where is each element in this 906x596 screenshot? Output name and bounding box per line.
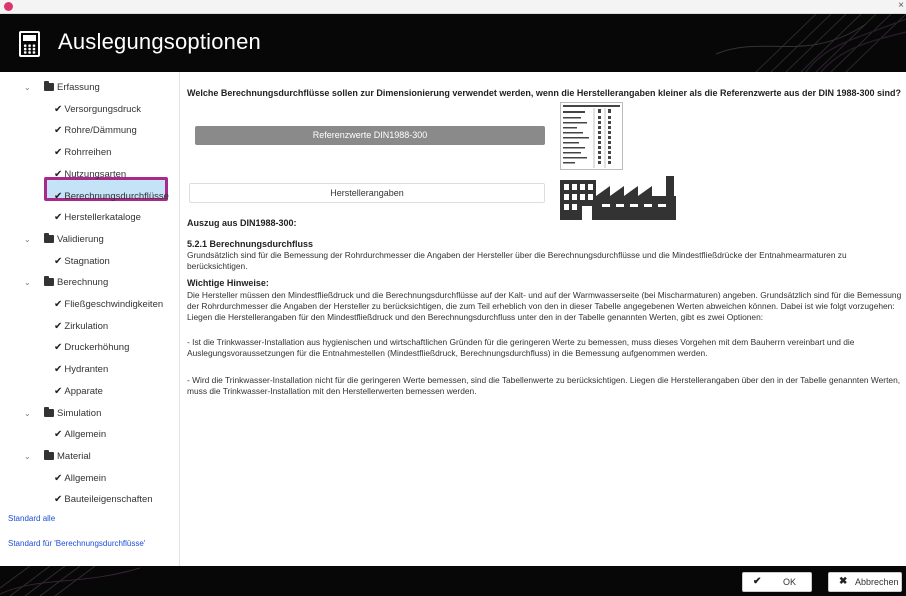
manufacturer-values-button[interactable]: Herstellerangaben <box>189 183 545 203</box>
hints-heading: Wichtige Hinweise: <box>187 278 269 288</box>
tree-item[interactable]: ✔ Allgemein <box>54 424 106 446</box>
tree-item-label: Allgemein <box>64 472 107 484</box>
tree-group-2[interactable]: Berechnung <box>44 272 108 294</box>
tree-item-label: Zirkulation <box>64 320 109 332</box>
cancel-button[interactable]: ✖ Abbrechen <box>828 572 902 592</box>
tree-item[interactable]: ✔ Berechnungsdurchflüsse <box>54 186 169 208</box>
tree-item[interactable]: ✔ Allgemein <box>54 468 106 490</box>
hints-text: Die Hersteller müssen den Mindestfließdr… <box>187 290 902 322</box>
ok-button[interactable]: ✔ OK <box>742 572 812 592</box>
excerpt-heading: Auszug aus DIN1988-300: <box>187 218 297 228</box>
factory-icon <box>560 176 676 220</box>
checkmark-icon: ✔ <box>54 385 63 397</box>
tree-item[interactable]: ✔ Stagnation <box>54 251 110 273</box>
section-heading: 5.2.1 Berechnungsdurchfluss <box>187 239 314 249</box>
checkmark-icon: ✔ <box>54 103 63 115</box>
tree-item[interactable]: ✔ Druckerhöhung <box>54 337 129 359</box>
tree-item-label: Bauteileigenschaften <box>64 494 153 506</box>
checkmark-icon: ✔ <box>54 472 63 484</box>
reset-current-link[interactable]: Standard für 'Berechnungsdurchflüsse' <box>8 539 145 548</box>
folder-icon <box>44 81 54 91</box>
expand-caret-icon[interactable]: ⌄ <box>24 77 31 99</box>
tree-item-label: Nutzungsarten <box>64 168 127 180</box>
tree-item-label: Hydranten <box>64 364 109 376</box>
tree-item[interactable]: ✔ Hydranten <box>54 359 108 381</box>
tree-group-label: Validierung <box>57 233 104 245</box>
footer-decoration <box>0 566 141 596</box>
checkmark-icon: ✔ <box>54 364 63 376</box>
expand-caret-icon[interactable]: ⌄ <box>24 229 31 251</box>
checkmark-icon: ✔ <box>54 429 63 441</box>
expand-caret-icon[interactable]: ⌄ <box>24 403 31 425</box>
checkmark-icon: ✔ <box>54 147 63 159</box>
reference-values-button[interactable]: Referenzwerte DIN1988-300 <box>195 126 545 145</box>
section-text: Grundsätzlich sind für die Bemessung der… <box>187 250 847 271</box>
checkmark-icon: ✔ <box>753 576 762 587</box>
tree-item-label: Rohrreihen <box>64 147 112 159</box>
tree-item-label: Versorgungsdruck <box>64 103 141 115</box>
tree-item-label: Fließgeschwindigkeiten <box>64 299 164 310</box>
tree-group-label: Berechnung <box>57 277 109 289</box>
tree-item-label: Apparate <box>64 385 103 397</box>
options-tree: Standard alle Standard für 'Berechnungsd… <box>0 72 180 566</box>
main-panel: Welche Berechnungsdurchflüsse sollen zur… <box>180 72 906 566</box>
tree-group-3[interactable]: Simulation <box>44 403 101 425</box>
tree-item[interactable]: ✔ Zirkulation <box>54 316 108 338</box>
tree-group-0[interactable]: Erfassung <box>44 77 100 99</box>
folder-icon <box>44 449 54 460</box>
tree-item[interactable]: ✔ Rohrreihen <box>54 142 111 164</box>
dialog-footer: ✔ OK ✖ Abbrechen <box>0 566 906 596</box>
folder-icon <box>44 232 54 243</box>
tree-item-label: Allgemein <box>64 429 107 441</box>
expand-caret-icon[interactable]: ⌄ <box>24 446 31 468</box>
dialog-header: Auslegungsoptionen <box>0 14 906 72</box>
checkmark-icon: ✔ <box>54 168 63 180</box>
checkmark-icon: ✔ <box>54 494 63 506</box>
title-bar: × <box>0 0 906 14</box>
tree-group-4[interactable]: Material <box>44 446 91 468</box>
tree-item[interactable]: ✔ Nutzungsarten <box>54 164 126 186</box>
reset-all-link[interactable]: Standard alle <box>8 514 55 523</box>
option-1-text: - Ist die Trinkwasser-Installation aus h… <box>187 337 855 358</box>
header-decoration <box>715 14 906 72</box>
close-icon[interactable]: × <box>898 0 904 12</box>
tree-item-label: Rohre/Dämmung <box>64 125 137 137</box>
page-title: Auslegungsoptionen <box>58 29 261 54</box>
tree-item[interactable]: ✔ Rohre/Dämmung <box>54 120 137 142</box>
tree-item[interactable]: ✔ Versorgungsdruck <box>54 99 141 121</box>
close-icon: ✖ <box>839 576 848 587</box>
tree-item-label: Druckerhöhung <box>64 342 130 354</box>
checkmark-icon: ✔ <box>54 190 63 202</box>
checkmark-icon: ✔ <box>54 255 63 267</box>
checkmark-icon: ✔ <box>54 125 63 137</box>
tree-group-1[interactable]: Validierung <box>44 229 104 251</box>
tree-item-label: Berechnungsdurchflüsse <box>64 190 169 202</box>
tree-item[interactable]: ✔ Fließgeschwindigkeiten <box>54 294 163 316</box>
tree-item[interactable]: ✔ Apparate <box>54 381 103 403</box>
tree-item[interactable]: ✔ Bauteileigenschaften <box>54 489 153 511</box>
option-2-text: - Wird die Trinkwasser-Installation nich… <box>187 375 901 396</box>
tree-group-label: Erfassung <box>57 82 100 93</box>
checkmark-icon: ✔ <box>54 320 63 332</box>
expand-caret-icon[interactable]: ⌄ <box>24 272 31 294</box>
checkmark-icon: ✔ <box>54 299 63 310</box>
tree-item-label: Herstellerkataloge <box>64 212 141 224</box>
tree-item-label: Stagnation <box>64 255 110 267</box>
calculator-icon <box>19 31 40 57</box>
question-text: Welche Berechnungsdurchflüsse sollen zur… <box>187 88 902 98</box>
folder-icon <box>44 406 54 417</box>
checkmark-icon: ✔ <box>54 342 63 354</box>
tree-item[interactable]: ✔ Herstellerkataloge <box>54 207 141 229</box>
tree-group-label: Material <box>57 450 91 462</box>
table-document-icon <box>560 102 623 170</box>
folder-icon <box>44 276 54 287</box>
app-logo-icon <box>4 2 13 11</box>
checkmark-icon: ✔ <box>54 212 63 224</box>
tree-group-label: Simulation <box>57 407 102 419</box>
